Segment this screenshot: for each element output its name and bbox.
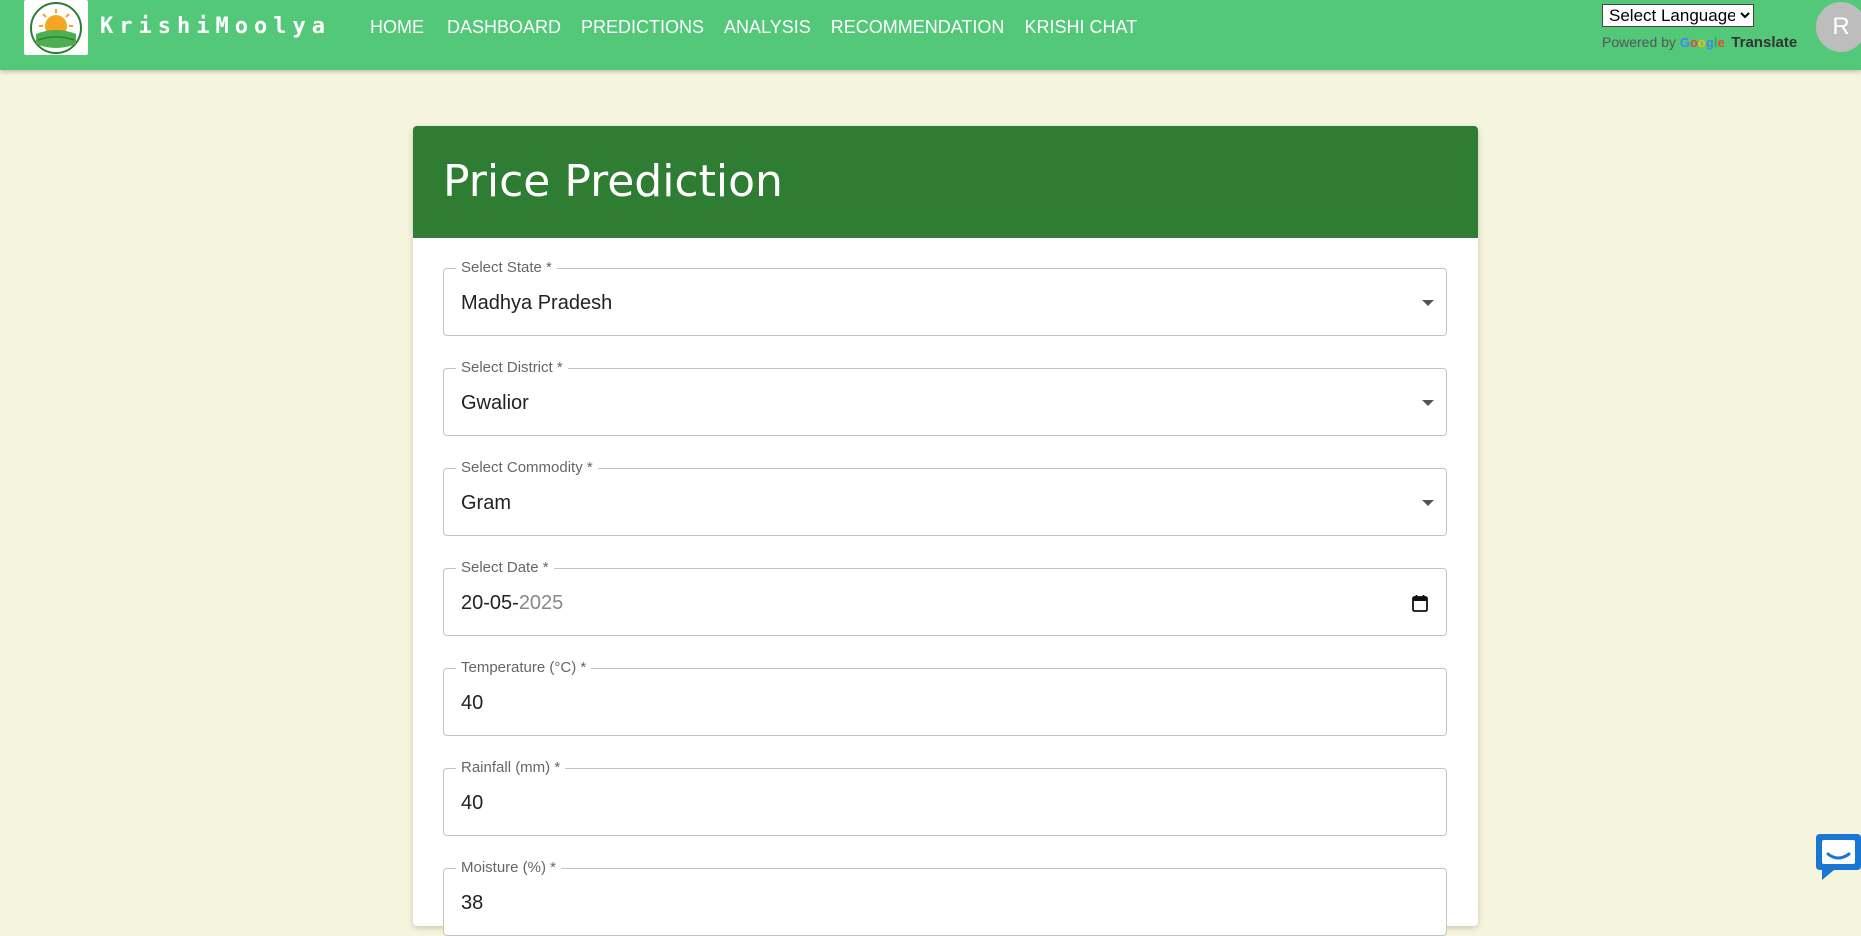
- moisture-input[interactable]: Moisture (%) * 38: [443, 859, 1447, 936]
- nav-home[interactable]: HOME: [370, 14, 424, 40]
- state-label: Select State *: [456, 259, 557, 277]
- rainfall-input[interactable]: Rainfall (mm) * 40: [443, 759, 1447, 836]
- temperature-value: 40: [461, 692, 484, 714]
- state-select[interactable]: Select State * Madhya Pradesh: [443, 259, 1447, 336]
- main-nav: HOME DASHBOARD PREDICTIONS ANALYSIS RECO…: [370, 14, 1137, 40]
- district-value: Gwalior: [461, 392, 529, 414]
- date-year: 2025: [518, 592, 564, 614]
- language-select[interactable]: Select Language: [1602, 4, 1754, 27]
- commodity-select[interactable]: Select Commodity * Gram: [443, 459, 1447, 536]
- commodity-value: Gram: [461, 492, 511, 514]
- date-day-month: 20-05-: [461, 592, 519, 614]
- nav-krishi-chat[interactable]: KRISHI CHAT: [1024, 14, 1137, 40]
- brand-name[interactable]: KrishiMoolya: [100, 12, 331, 42]
- krishimoolya-logo-icon[interactable]: [24, 0, 88, 55]
- top-navbar: KrishiMoolya HOME DASHBOARD PREDICTIONS …: [0, 0, 1861, 70]
- date-value: 20-05-2025: [461, 591, 563, 615]
- date-label: Select Date *: [456, 559, 554, 577]
- state-value: Madhya Pradesh: [461, 292, 613, 314]
- moisture-label: Moisture (%) *: [456, 859, 562, 877]
- page-title: Price Prediction: [443, 156, 783, 207]
- district-label: Select District *: [456, 359, 568, 377]
- calendar-icon[interactable]: [1412, 594, 1428, 612]
- nav-predictions[interactable]: PREDICTIONS: [581, 14, 704, 40]
- translate-link[interactable]: Translate: [1731, 34, 1797, 51]
- chat-bubble-icon[interactable]: [1812, 830, 1861, 882]
- google-logo-text[interactable]: Google: [1680, 35, 1728, 50]
- chevron-down-icon[interactable]: [1422, 400, 1434, 406]
- moisture-value: 38: [461, 892, 484, 914]
- commodity-label: Select Commodity *: [456, 459, 598, 477]
- user-avatar[interactable]: R: [1816, 2, 1861, 52]
- nav-analysis[interactable]: ANALYSIS: [724, 14, 811, 40]
- chevron-down-icon[interactable]: [1422, 500, 1434, 506]
- price-prediction-card: Price Prediction Select State * Madhya P…: [413, 126, 1478, 936]
- temperature-label: Temperature (°C) *: [456, 659, 592, 677]
- temperature-input[interactable]: Temperature (°C) * 40: [443, 659, 1447, 736]
- powered-by-google-translate: Powered by Google Translate: [1602, 32, 1797, 52]
- nav-dashboard[interactable]: DASHBOARD: [447, 14, 561, 40]
- date-field[interactable]: Select Date * 20-05-2025: [443, 559, 1447, 636]
- nav-recommendation[interactable]: RECOMMENDATION: [831, 14, 1005, 40]
- chevron-down-icon[interactable]: [1422, 300, 1434, 306]
- district-select[interactable]: Select District * Gwalior: [443, 359, 1447, 436]
- rainfall-label: Rainfall (mm) *: [456, 759, 566, 777]
- powered-by-text: Powered by: [1602, 34, 1676, 50]
- rainfall-value: 40: [461, 792, 484, 814]
- card-header: Price Prediction: [413, 126, 1478, 238]
